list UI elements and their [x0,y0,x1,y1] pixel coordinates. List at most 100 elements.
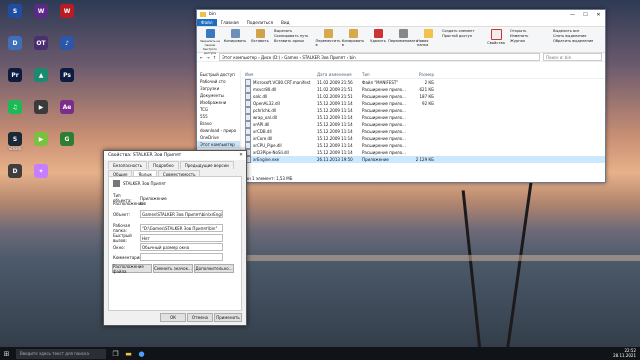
file-row[interactable]: xrEngine.exe 26.11.2013 19:50 Приложение 2 … [242,156,605,163]
file-row[interactable]: oalc.dll 11.02.2009 21:51 Расширение прило… [242,93,605,100]
file-row[interactable]: xrCPU_Pipe.dll 15.12.2009 11:14 Расширение… [242,142,605,149]
nav-item[interactable]: download - приро [197,127,240,134]
desktop-icon[interactable]: W [28,4,54,34]
file-icon [245,100,251,107]
file-row[interactable]: OpenAL32.dll 15.12.2009 11:14 Расширение п… [242,100,605,107]
delete-button[interactable]: Удалить [367,29,389,43]
tab-home[interactable]: Главная [217,20,243,25]
desktop-icon[interactable]: OT [28,36,54,66]
paste-button[interactable]: Вставить [249,29,271,43]
forward-icon[interactable]: → [206,55,209,60]
easy-access-button[interactable]: Простой доступ [442,34,482,38]
file-row[interactable]: xrCore.dll 15.12.2009 11:14 Расширение при… [242,135,605,142]
nav-item[interactable]: Bravo [197,120,240,127]
file-row[interactable]: msvcr80.dll 11.02.2009 21:51 Расширение пр… [242,86,605,93]
nav-item[interactable]: Быстрый доступ [197,71,240,78]
nav-item[interactable]: Загрузки [197,85,240,92]
properties-titlebar[interactable]: Свойства: STALKER Зов Припят ✕ [104,151,246,160]
cancel-button[interactable]: Отмена [187,313,213,322]
tab-share[interactable]: Поделиться [243,20,277,25]
rename-button[interactable]: Переименовать [388,29,418,43]
address-bar[interactable]: Этот компьютер › Диск (D:) › Games › STA… [219,53,540,61]
desktop-icon[interactable]: D [2,164,28,194]
desktop-icon[interactable]: ♪ [54,36,80,66]
minimize-icon[interactable]: — [566,10,579,19]
history-button[interactable]: Журнал [510,39,550,43]
move-to-button[interactable]: Переместить в [316,29,340,47]
close-icon[interactable]: ✕ [236,153,246,158]
nav-item[interactable]: Изображени [197,99,240,106]
desktop-icon[interactable]: ▶ [28,100,54,130]
copy-button[interactable]: Копировать [224,29,246,43]
nav-item[interactable]: Рабочий сто [197,78,240,85]
desktop-icon[interactable]: W [54,4,80,34]
explorer-titlebar[interactable]: bin — ☐ ✕ [197,10,605,19]
maximize-icon[interactable]: ☐ [579,10,592,19]
copy-path-button[interactable]: Скопировать путь [274,34,314,38]
select-none-button[interactable]: Снять выделение [553,34,593,38]
paste-shortcut-button[interactable]: Вставить ярлык [274,39,314,43]
file-row[interactable]: xrCDB.dll 15.12.2009 11:14 Расширение прил… [242,128,605,135]
new-item-button[interactable]: Создать элемент [442,29,482,33]
nav-item[interactable]: Этот компьютер [197,141,240,148]
select-all-button[interactable]: Выделить все [553,29,593,33]
browser-icon[interactable]: ● [135,347,148,360]
taskbar-search[interactable]: Введите здесь текст для поиска [16,348,106,359]
tab-view[interactable]: Вид [277,20,294,25]
file-row[interactable]: xrD3Pipe-NoSli.dll 15.12.2009 11:14 Расшир… [242,149,605,156]
task-view-icon[interactable]: ❐ [109,347,122,360]
invert-selection-button[interactable]: Обратить выделение [553,39,593,43]
ok-button[interactable]: ОК [160,313,186,322]
desktop-icon[interactable]: S Steam [2,132,28,162]
open-button[interactable]: Открыть [510,29,550,33]
desktop-icon[interactable]: ▶ [28,132,54,162]
start-icon[interactable]: ⊞ [0,347,13,360]
nav-item[interactable]: OneDrive [197,134,240,141]
open-file-location-button[interactable]: Расположение файла [112,264,152,274]
search-input[interactable]: Поиск в: bin [543,53,602,61]
change-icon-button[interactable]: Сменить значок... [153,264,193,273]
desktop-icon[interactable]: S [2,4,28,34]
new-folder-button[interactable]: Новая папка [417,29,439,47]
nav-item[interactable]: TCG [197,106,240,113]
copy-to-button[interactable]: Копировать в [342,29,364,47]
tab-file[interactable]: Файл [197,19,217,26]
file-row[interactable]: Microsoft.VC80.CRT.manifest 11.02.2009 21… [242,79,605,86]
tab-previous-versions[interactable]: Предыдущие версии [179,161,234,169]
hotkey-field[interactable]: Нет [140,234,223,242]
file-date: 11.02.2009 21:51 [317,94,353,99]
advanced-button[interactable]: Дополнительно... [194,264,234,273]
tab-details[interactable]: Подробно [148,161,179,169]
desktop-icon[interactable]: ♫ [2,100,28,130]
nav-item[interactable]: 555 [197,113,240,120]
edit-button[interactable]: Изменить [510,34,550,38]
pin-button[interactable]: Закрепить на панели быстрого доступа [199,29,221,55]
desktop-icon[interactable]: ▲ [28,68,54,98]
desktop-icon[interactable]: ✦ [28,164,54,194]
comment-field[interactable] [140,253,223,261]
file-row[interactable]: pchrlchk.dll 15.12.2009 11:14 Расширение п… [242,107,605,114]
column-date[interactable]: Дата изменения [317,72,362,77]
back-icon[interactable]: ← [200,55,203,60]
desktop-icon[interactable]: G [54,132,80,162]
desktop-icon[interactable]: Pr [2,68,28,98]
cut-button[interactable]: Вырезать [274,29,314,33]
startin-field[interactable]: "D:\Games\STALKER Зов Припят\bin" [140,224,223,232]
nav-item[interactable]: Документы [197,92,240,99]
column-size[interactable]: Размер [410,72,434,77]
explorer-icon[interactable]: ▬ [122,347,135,360]
column-name[interactable]: Имя [242,72,317,77]
up-icon[interactable]: ↑ [213,55,216,60]
window-select[interactable]: Обычный размер окна [140,243,223,251]
apply-button[interactable]: Применить [214,313,242,322]
desktop-icon[interactable]: Ps [54,68,80,98]
properties-button[interactable]: Свойства [485,29,507,45]
desktop-icon[interactable]: Ae [54,100,80,130]
desktop-icon[interactable]: D [2,36,28,66]
close-icon[interactable]: ✕ [592,10,605,19]
column-type[interactable]: Тип [362,72,410,77]
file-row[interactable]: wrap_oal.dll 15.12.2009 11:14 Расширение п… [242,114,605,121]
file-row[interactable]: xrAPI.dll 15.12.2009 11:14 Расширение прил… [242,121,605,128]
target-field[interactable]: Games\STALKER Зов Припят\bin\xrEngine.ex… [140,210,223,218]
tab-security[interactable]: Безопасность [108,161,147,169]
